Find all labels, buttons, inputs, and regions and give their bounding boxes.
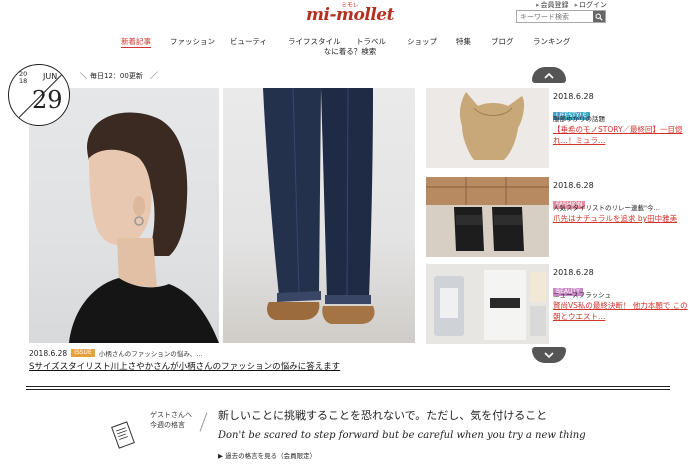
update-notice: ＼ 毎日12：00更新 bbox=[80, 71, 143, 81]
date-year: 20 18 bbox=[19, 70, 28, 85]
side-article-3[interactable]: 2018.6.28 BEAUTY ニュースフラッシュ 賢尚VS私の最終決断！ 他… bbox=[426, 264, 696, 344]
guest-separator bbox=[199, 412, 208, 432]
login-link[interactable]: ▸ログイン bbox=[574, 0, 607, 10]
past-mottos-link[interactable]: ▶ 過去の格言を見る（会員限定） bbox=[218, 450, 316, 460]
sandals-illustration bbox=[426, 177, 549, 257]
update-text: 毎日12：00更新 bbox=[90, 72, 143, 80]
side-title-2[interactable]: 爪先はナチュラルを追求 by田中雅美 bbox=[553, 213, 693, 224]
chevron-down-icon bbox=[544, 351, 554, 358]
feature-title-link[interactable]: Sサイズスタイリスト川上さやかさんが小柄さんのファッションの悩みに答えます bbox=[29, 360, 340, 372]
side-date-3: 2018.6.28 bbox=[553, 268, 594, 277]
tick-mark: ＼ bbox=[80, 72, 87, 80]
side-sub-2: 人気スタイリストのリレー連載"今… bbox=[553, 204, 660, 212]
arrow-icon: ▸ bbox=[574, 1, 578, 9]
date-month: JUN bbox=[43, 72, 58, 81]
scroll-down-button[interactable] bbox=[532, 347, 566, 363]
side-sub-3: ニュースフラッシュ bbox=[553, 291, 612, 299]
issue-badge: ISSUE bbox=[71, 349, 95, 357]
side-article-2[interactable]: 2018.6.28 FASHION 人気スタイリストのリレー連載"今… 爪先はナ… bbox=[426, 177, 696, 257]
guest-label-line2: 今週の格言 bbox=[150, 421, 185, 429]
nav-item-what-to-wear[interactable]: なに着る？検索 bbox=[0, 46, 700, 57]
guest-quote-en: Don't be scared to step forward but be c… bbox=[218, 430, 586, 441]
side-title-3[interactable]: 賢尚VS私の最終決断！ 他力本願で この朝とウエスト… bbox=[553, 300, 693, 322]
jeans-illustration bbox=[263, 88, 375, 324]
login-label: ログイン bbox=[579, 1, 607, 9]
past-mottos-label: 過去の格言を見る（会員限定） bbox=[225, 452, 317, 460]
side-thumb-1[interactable] bbox=[426, 88, 549, 168]
side-date-2: 2018.6.28 bbox=[553, 181, 594, 190]
utility-links: ▸会員登録 ▸ログイン bbox=[536, 0, 607, 10]
feature-subtitle: 小柄さんのファッションの悩み、… bbox=[98, 350, 203, 358]
register-link[interactable]: ▸会員登録 bbox=[536, 0, 569, 10]
bodysuit-illustration bbox=[426, 88, 549, 168]
date-badge: 20 18 JUN 29 bbox=[8, 64, 70, 126]
woman-illustration bbox=[69, 112, 219, 343]
arrow-icon: ▸ bbox=[535, 1, 540, 9]
guest-label: ゲストさんへ 今週の格言 bbox=[150, 410, 192, 430]
side-thumb-2[interactable] bbox=[426, 177, 549, 257]
logo-text: mi-mollet bbox=[306, 5, 394, 25]
feature-photo-jeans[interactable] bbox=[223, 88, 415, 343]
site-logo[interactable]: ミモレ mi-mollet bbox=[305, 0, 395, 25]
register-label: 会員登録 bbox=[540, 1, 569, 9]
section-divider-top bbox=[26, 386, 670, 387]
search-button[interactable] bbox=[593, 11, 605, 22]
date-day: 29 bbox=[32, 86, 63, 114]
search-box bbox=[516, 10, 606, 23]
book-icon bbox=[108, 420, 138, 454]
feature-date: 2018.6.28 bbox=[29, 348, 68, 358]
section-divider-bottom bbox=[26, 389, 670, 390]
side-sub-1: 服部ゆかりの話題 bbox=[553, 115, 605, 123]
search-input[interactable] bbox=[517, 11, 593, 22]
side-thumb-3[interactable] bbox=[426, 264, 549, 344]
side-date-1: 2018.6.28 bbox=[553, 92, 594, 101]
side-title-1[interactable]: 【垂希のモノSTORY／最終回】一目惚れ…！ミュラ… bbox=[553, 124, 693, 146]
feature-meta: 2018.6.28 ISSUE 小柄さんのファッションの悩み、… bbox=[29, 348, 203, 359]
slash-mark: ／ bbox=[150, 71, 158, 80]
search-icon bbox=[595, 13, 603, 21]
scroll-up-button[interactable] bbox=[532, 67, 566, 83]
guest-label-line1: ゲストさんへ bbox=[150, 411, 192, 419]
guest-quote-jp: 新しいことに挑戦することを恐れないで。ただし、気を付けること bbox=[218, 409, 548, 422]
side-article-1[interactable]: 2018.6.28 LIFESTYLE 服部ゆかりの話題 【垂希のモノSTORY… bbox=[426, 88, 696, 168]
beauty-products-illustration bbox=[426, 264, 549, 344]
chevron-up-icon bbox=[544, 72, 554, 79]
feature-photo-woman[interactable] bbox=[29, 88, 219, 343]
